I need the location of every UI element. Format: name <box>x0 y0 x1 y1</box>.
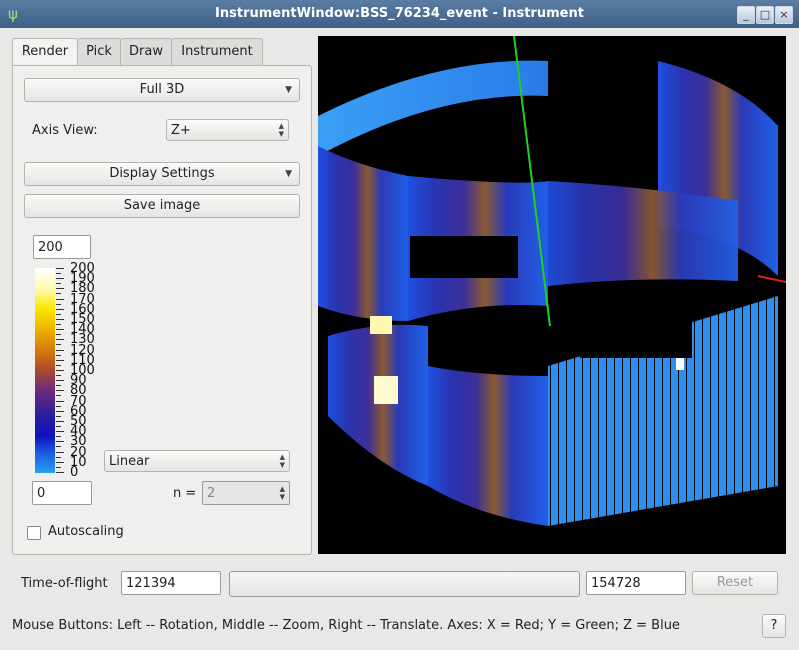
scale-minor-tick <box>56 457 61 458</box>
scale-tick <box>56 370 64 371</box>
render-mode-select[interactable]: Full 3D ▼ <box>24 78 300 102</box>
autoscaling-label: Autoscaling <box>48 524 124 539</box>
window-title: InstrumentWindow:BSS_76234_event - Instr… <box>215 6 584 21</box>
scale-tick <box>56 339 64 340</box>
colormap-min-input[interactable]: 0 <box>32 481 92 505</box>
scale-minor-tick <box>56 406 61 407</box>
colormap-scale: 200 190 180 170 160 150 140 130 120 110 100 90 80 70 6… <box>56 262 106 479</box>
scale-tick <box>56 380 64 381</box>
axis-view-value: Z+ <box>171 123 191 138</box>
scale-minor-tick <box>56 385 61 386</box>
scale-tick <box>56 288 64 289</box>
scale-tick <box>56 401 64 402</box>
axis-view-select[interactable]: Z+ ▲ ▼ <box>166 119 289 141</box>
tab-pick[interactable]: Pick <box>77 38 121 65</box>
save-image-button[interactable]: Save image <box>24 194 300 218</box>
scale-minor-tick <box>56 324 61 325</box>
close-button[interactable]: × <box>775 6 793 24</box>
scale-minor-tick <box>56 395 61 396</box>
detector-gap <box>580 306 692 358</box>
colormap-bar[interactable] <box>35 268 55 473</box>
scale-minor-tick <box>56 436 61 437</box>
scale-tick <box>56 421 64 422</box>
scale-tick <box>56 472 64 473</box>
reset-button[interactable]: Reset <box>692 571 778 595</box>
scale-tick <box>56 360 64 361</box>
scale-tick <box>56 309 64 310</box>
tof-label: Time-of-flight <box>21 576 108 591</box>
scale-tick <box>56 329 64 330</box>
tof-min-input[interactable]: 121394 <box>121 571 221 595</box>
scale-minor-tick <box>56 273 61 274</box>
scale-minor-tick <box>56 355 61 356</box>
scale-minor-tick <box>56 283 61 284</box>
axis-view-label: Axis View: <box>32 123 98 138</box>
render-mode-value: Full 3D <box>139 82 185 97</box>
colormap-max-input[interactable]: 200 <box>33 235 91 259</box>
lower-ring-left <box>328 324 428 486</box>
display-settings-label: Display Settings <box>109 166 215 181</box>
scale-tick-label: 0 <box>70 465 79 480</box>
scale-minor-tick <box>56 375 61 376</box>
scale-tick <box>56 431 64 432</box>
scale-tick <box>56 390 64 391</box>
scale-type-select[interactable]: Linear ▲ ▼ <box>104 450 290 472</box>
scale-minor-tick <box>56 314 61 315</box>
scale-tick <box>56 452 64 453</box>
scale-tick <box>56 319 64 320</box>
scale-minor-tick <box>56 467 61 468</box>
scale-tick <box>56 411 64 412</box>
autoscaling-checkbox[interactable] <box>27 526 41 540</box>
scale-tick <box>56 441 64 442</box>
upper-ring-left <box>318 146 408 321</box>
scale-type-value: Linear <box>109 454 150 469</box>
scale-minor-tick <box>56 304 61 305</box>
instrument-render[interactable] <box>318 36 786 554</box>
scale-minor-tick <box>56 334 61 335</box>
tab-instrument[interactable]: Instrument <box>171 38 263 65</box>
tab-draw[interactable]: Draw <box>120 38 172 65</box>
status-text: Mouse Buttons: Left -- Rotation, Middle … <box>12 618 680 633</box>
scale-minor-tick <box>56 416 61 417</box>
n-value: 2 <box>207 486 216 501</box>
scale-tick <box>56 350 64 351</box>
scale-minor-tick <box>56 293 61 294</box>
title-bar: ψ InstrumentWindow:BSS_76234_event - Ins… <box>0 0 799 28</box>
hot-spot <box>370 316 392 334</box>
detector-gap <box>410 236 518 278</box>
tof-range-slider[interactable] <box>229 571 580 597</box>
instrument-3d-view[interactable] <box>318 36 786 554</box>
x-axis-line <box>757 275 786 283</box>
display-settings-button[interactable]: Display Settings ▼ <box>24 162 300 186</box>
help-button[interactable]: ? <box>762 614 786 638</box>
lower-ring-front <box>428 366 548 526</box>
scale-minor-tick <box>56 426 61 427</box>
minimize-button[interactable]: _ <box>737 6 755 24</box>
spin-arrows-icon: ▲ ▼ <box>279 485 285 501</box>
chevron-down-icon: ▼ <box>285 169 292 179</box>
scale-minor-tick <box>56 446 61 447</box>
scale-tick <box>56 278 64 279</box>
spin-arrows-icon: ▲ ▼ <box>279 453 285 469</box>
hot-spot <box>374 376 398 404</box>
n-spinbox[interactable]: 2 ▲ ▼ <box>202 481 290 505</box>
tab-render[interactable]: Render <box>12 38 78 68</box>
scale-minor-tick <box>56 344 61 345</box>
upper-ring-back <box>318 60 548 156</box>
n-label: n = <box>173 486 197 501</box>
spin-arrows-icon: ▲ ▼ <box>278 122 284 138</box>
scale-minor-tick <box>56 365 61 366</box>
scale-tick <box>56 268 64 269</box>
scale-tick <box>56 299 64 300</box>
maximize-button[interactable]: □ <box>756 6 774 24</box>
scale-tick <box>56 462 64 463</box>
tof-max-input[interactable]: 154728 <box>586 571 686 595</box>
chevron-down-icon: ▼ <box>285 85 292 95</box>
